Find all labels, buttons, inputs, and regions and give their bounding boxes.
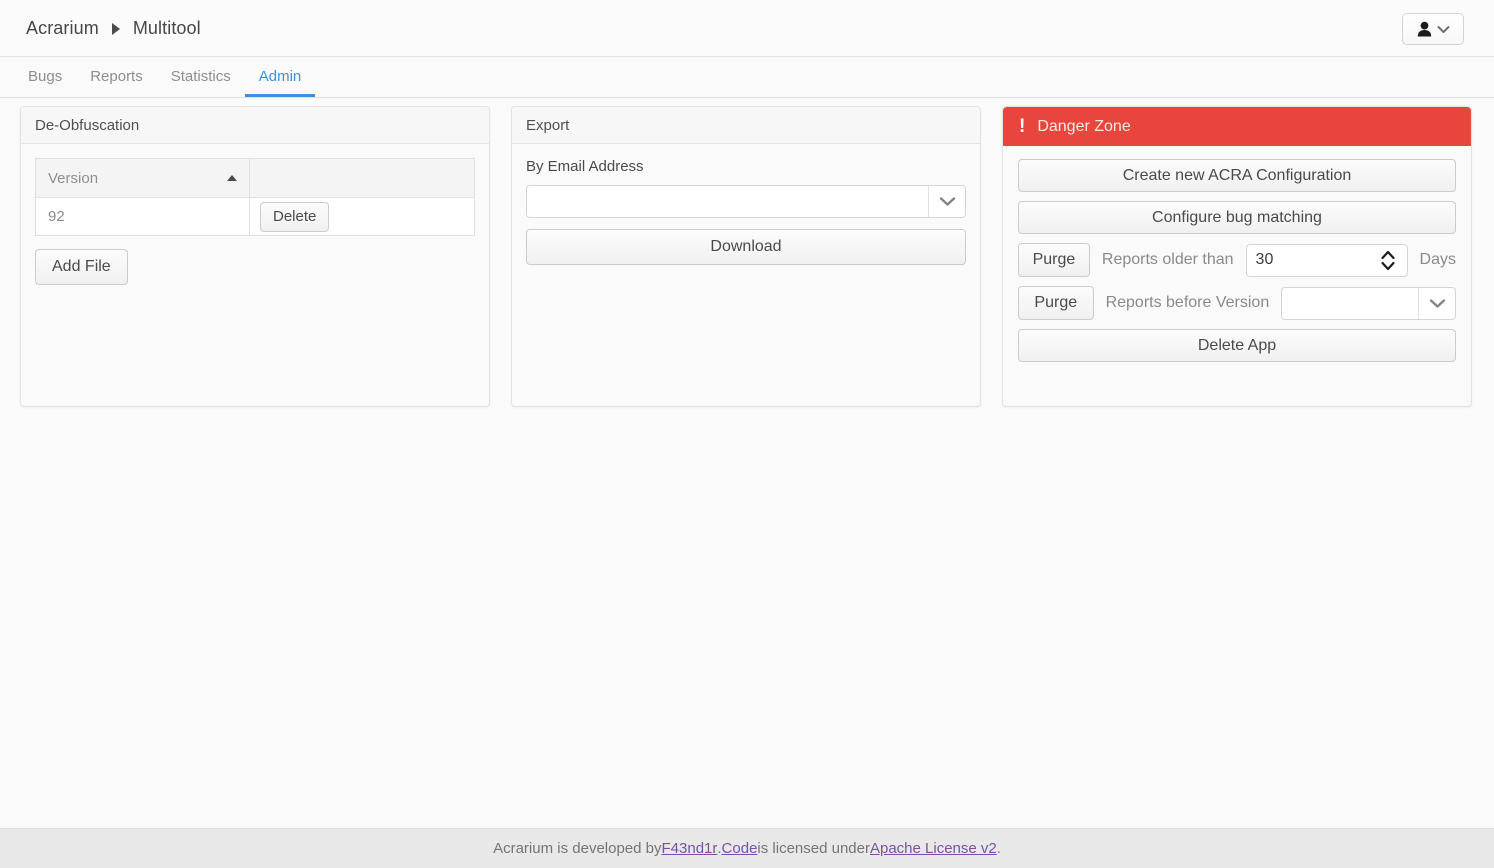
breadcrumb-item-current[interactable]: Multitool <box>133 18 201 39</box>
triangle-right-icon <box>111 22 120 35</box>
footer-link-license[interactable]: Apache License v2 <box>870 840 997 857</box>
purge-version-combobox[interactable] <box>1281 286 1456 320</box>
danger-zone-card: ! Danger Zone Create new ACRA Configurat… <box>1002 106 1472 407</box>
footer-text-3: is licensed under <box>757 840 870 857</box>
deobfuscation-card-title: De-Obfuscation <box>21 107 489 144</box>
breadcrumb: Acrarium Multitool <box>26 18 201 39</box>
danger-zone-body: Create new ACRA Configuration Configure … <box>1003 146 1471 376</box>
delete-app-button[interactable]: Delete App <box>1018 329 1456 362</box>
create-acra-configuration-button[interactable]: Create new ACRA Configuration <box>1018 159 1456 192</box>
chevron-down-icon <box>1437 25 1450 34</box>
deobfuscation-table: Version 92 Delete <box>35 158 475 236</box>
danger-zone-header: ! Danger Zone <box>1003 107 1471 146</box>
purge-age-days-input[interactable] <box>1246 251 1375 269</box>
email-input[interactable] <box>527 186 928 217</box>
days-unit-label: Days <box>1419 251 1456 268</box>
delete-mapping-button[interactable]: Delete <box>260 201 330 232</box>
purge-by-version-button[interactable]: Purge <box>1018 286 1094 320</box>
top-bar: Acrarium Multitool <box>0 0 1494 57</box>
deobfuscation-card: De-Obfuscation Version 92 Delete Add Fil… <box>20 106 490 407</box>
purge-by-age-label: Reports older than <box>1101 251 1234 268</box>
export-card: Export By Email Address Download <box>511 106 981 407</box>
configure-bug-matching-button[interactable]: Configure bug matching <box>1018 201 1456 234</box>
purge-by-version-row: Purge Reports before Version <box>1018 286 1456 320</box>
footer-text-4: . <box>996 840 1001 857</box>
purge-age-days-stepper[interactable] <box>1245 243 1408 277</box>
tab-bar: Bugs Reports Statistics Admin <box>0 57 1494 98</box>
column-header-version-label: Version <box>48 169 99 187</box>
table-header-row: Version <box>35 158 475 198</box>
email-field-label: By Email Address <box>526 158 644 175</box>
exclamation-icon: ! <box>1019 116 1026 137</box>
page-footer: Acrarium is developed by F43nd1r. Code i… <box>0 828 1494 868</box>
tab-bugs[interactable]: Bugs <box>14 69 76 97</box>
export-card-body: By Email Address Download <box>512 144 980 406</box>
export-card-title: Export <box>512 107 980 144</box>
chevron-down-icon[interactable] <box>928 186 965 217</box>
purge-by-version-label: Reports before Version <box>1105 294 1270 311</box>
sort-ascending-icon[interactable] <box>227 175 237 181</box>
tab-reports[interactable]: Reports <box>76 69 157 97</box>
purge-version-input[interactable] <box>1282 287 1418 319</box>
user-icon <box>1417 21 1432 37</box>
download-button[interactable]: Download <box>526 229 966 265</box>
footer-link-code[interactable]: Code <box>722 840 758 857</box>
user-menu-button[interactable] <box>1402 13 1464 45</box>
cell-actions: Delete <box>249 197 475 236</box>
column-header-version[interactable]: Version <box>35 158 250 198</box>
purge-by-age-row: Purge Reports older than Days <box>1018 243 1456 277</box>
tab-statistics[interactable]: Statistics <box>157 69 245 97</box>
column-header-actions <box>249 158 475 198</box>
footer-text-1: Acrarium is developed by <box>493 840 662 857</box>
purge-by-age-button[interactable]: Purge <box>1018 243 1090 277</box>
table-row: 92 Delete <box>35 197 475 236</box>
deobfuscation-card-body: Version 92 Delete Add File <box>21 144 489 406</box>
tab-admin[interactable]: Admin <box>244 69 316 97</box>
danger-zone-title: Danger Zone <box>1037 117 1131 135</box>
breadcrumb-item-app[interactable]: Acrarium <box>26 18 99 39</box>
chevron-down-icon[interactable] <box>1418 287 1455 319</box>
spinner-up-down-icon[interactable] <box>1375 250 1407 271</box>
footer-link-author[interactable]: F43nd1r <box>662 840 718 857</box>
admin-cards-container: De-Obfuscation Version 92 Delete Add Fil… <box>20 106 1474 407</box>
cell-version: 92 <box>35 197 250 236</box>
add-file-button[interactable]: Add File <box>35 249 128 285</box>
email-combobox[interactable] <box>526 185 966 218</box>
